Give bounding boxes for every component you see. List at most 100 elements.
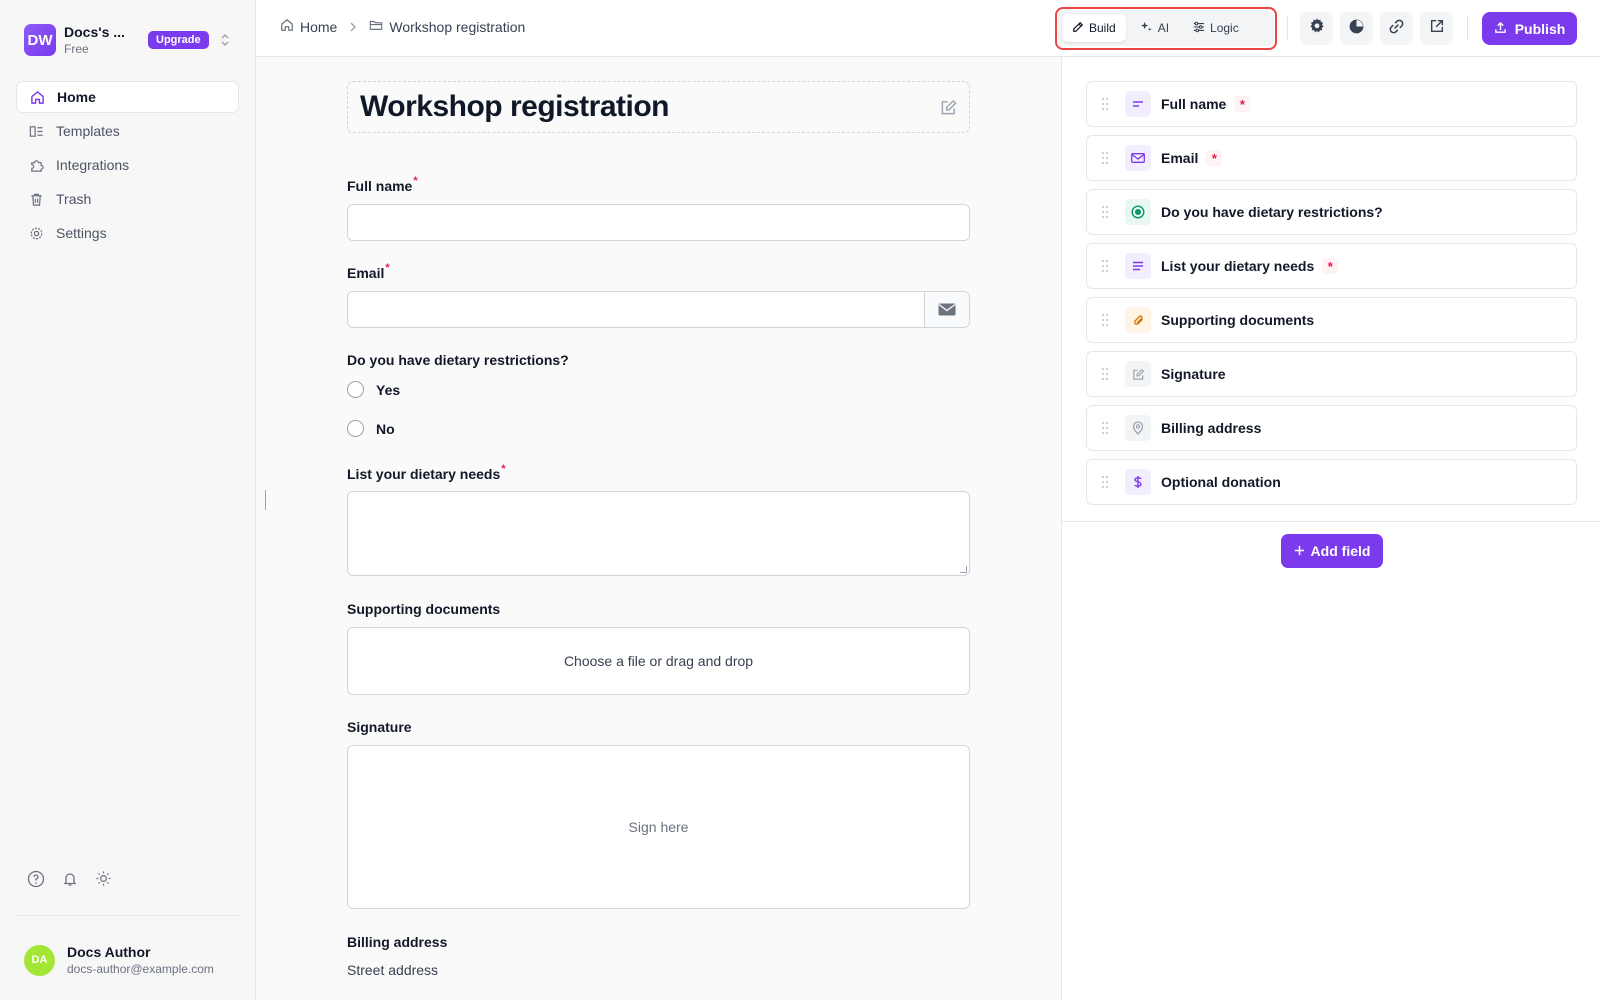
supporting-docs-label: Supporting documents — [347, 601, 501, 617]
radio-yes[interactable]: Yes — [347, 381, 970, 398]
drag-handle-icon[interactable] — [1101, 205, 1109, 219]
form-preview: Workshop registration Full name * Email * … — [256, 57, 1061, 1000]
drag-handle-icon[interactable] — [1101, 475, 1109, 489]
workspace-switcher[interactable]: DW Docs's ... Free Upgrade — [24, 24, 234, 56]
dietary-needs-group: List your dietary needs * — [347, 463, 970, 576]
help-icon[interactable] — [26, 869, 45, 888]
dietary-needs-textarea[interactable] — [347, 491, 970, 576]
drag-handle-icon[interactable] — [1101, 151, 1109, 165]
gear-icon — [28, 225, 44, 241]
pie-chart-icon — [1348, 18, 1365, 40]
field-item-label: Supporting documents — [1161, 312, 1315, 328]
mode-switcher: Build AI Logic — [1058, 10, 1274, 46]
resize-handle[interactable] — [265, 490, 266, 510]
field-item-label: Billing address — [1161, 420, 1262, 436]
mail-icon — [1125, 145, 1151, 171]
email-group: Email * — [347, 262, 970, 328]
chevron-updown-icon[interactable] — [219, 32, 231, 48]
sidebar-item-label: Integrations — [56, 157, 130, 173]
dietary-needs-label: List your dietary needs * — [347, 463, 506, 482]
radio-circle[interactable] — [347, 420, 364, 437]
radio-no[interactable]: No — [347, 420, 970, 437]
field-item-billing[interactable]: Billing address — [1086, 405, 1577, 451]
sidebar-divider — [16, 915, 239, 916]
field-item-signature[interactable]: Signature — [1086, 351, 1577, 397]
user-name: Docs Author — [67, 944, 151, 960]
sidebar-item-label: Templates — [56, 123, 120, 139]
resize-grip-icon[interactable] — [960, 566, 967, 573]
field-item-supporting-docs[interactable]: Supporting documents — [1086, 297, 1577, 343]
folder-icon — [369, 18, 383, 35]
field-item-email[interactable]: Email * — [1086, 135, 1577, 181]
field-item-dietary-needs[interactable]: List your dietary needs * — [1086, 243, 1577, 289]
settings-button[interactable] — [1300, 12, 1333, 45]
radio-circle[interactable] — [347, 381, 364, 398]
add-field-label: Add field — [1310, 543, 1371, 559]
required-badge: * — [1322, 258, 1339, 274]
workspace-name: Docs's ... — [64, 24, 125, 40]
full-name-group: Full name * — [347, 175, 970, 241]
toolbar-divider — [1467, 16, 1468, 40]
upgrade-button[interactable]: Upgrade — [148, 31, 209, 49]
street-address-label: Street address — [347, 962, 439, 978]
field-item-dietary[interactable]: Do you have dietary restrictions? — [1086, 189, 1577, 235]
email-field[interactable] — [347, 291, 925, 328]
file-dropzone[interactable]: Choose a file or drag and drop — [347, 627, 970, 695]
drag-handle-icon[interactable] — [1101, 421, 1109, 435]
avatar: DA — [24, 944, 55, 976]
full-name-label: Full name * — [347, 175, 418, 194]
sidebar-item-label: Settings — [56, 225, 107, 241]
tab-logic[interactable]: Logic — [1183, 14, 1249, 42]
sliders-icon — [1193, 21, 1205, 36]
tab-build[interactable]: Build — [1062, 14, 1126, 42]
chevron-right-icon — [349, 19, 357, 35]
page-title[interactable]: Workshop registration — [360, 90, 669, 124]
publish-button[interactable]: Publish — [1482, 12, 1577, 45]
sidebar-item-trash[interactable]: Trash — [16, 183, 239, 215]
sidebar-nav: Home Templates Integrations Trash Settin… — [16, 81, 239, 251]
field-item-label: Optional donation — [1161, 474, 1281, 490]
trash-icon — [28, 191, 44, 207]
required-mark: * — [385, 262, 390, 274]
signature-group: Signature Sign here — [347, 719, 970, 909]
drag-handle-icon[interactable] — [1101, 259, 1109, 273]
sidebar-item-integrations[interactable]: Integrations — [16, 149, 239, 181]
full-name-input[interactable] — [347, 204, 970, 241]
location-pin-icon — [1125, 415, 1151, 441]
analytics-button[interactable] — [1340, 12, 1373, 45]
sidebar-item-settings[interactable]: Settings — [16, 217, 239, 249]
open-preview-button[interactable] — [1420, 12, 1453, 45]
form-title-box[interactable]: Workshop registration — [347, 81, 970, 133]
dollar-icon — [1125, 469, 1151, 495]
user-profile[interactable]: DA Docs Author docs-author@example.com — [24, 944, 214, 976]
top-bar: Home Workshop registration Build AI Logi… — [256, 0, 1600, 57]
tab-ai[interactable]: AI — [1130, 14, 1179, 42]
edit-icon[interactable] — [940, 99, 957, 121]
gear-icon — [1308, 17, 1326, 40]
tab-ai-label: AI — [1157, 21, 1170, 35]
plus-icon — [1294, 543, 1305, 559]
breadcrumb-home[interactable]: Home — [280, 18, 337, 35]
drag-handle-icon[interactable] — [1101, 367, 1109, 381]
field-list-panel: Full name * Email * Do you have dietary … — [1061, 57, 1600, 1000]
toolbar-divider — [1287, 16, 1288, 40]
field-item-label: Email — [1161, 150, 1199, 166]
bell-icon[interactable] — [60, 869, 79, 888]
add-field-button[interactable]: Add field — [1281, 534, 1383, 568]
sun-icon[interactable] — [94, 869, 113, 888]
field-item-donation[interactable]: Optional donation — [1086, 459, 1577, 505]
sidebar-item-label: Home — [57, 89, 96, 105]
share-link-button[interactable] — [1380, 12, 1413, 45]
sidebar-item-home[interactable]: Home — [16, 81, 239, 113]
field-item-label: List your dietary needs — [1161, 258, 1315, 274]
home-icon — [280, 18, 294, 35]
user-email: docs-author@example.com — [67, 962, 214, 976]
field-item-full-name[interactable]: Full name * — [1086, 81, 1577, 127]
required-mark: * — [413, 175, 418, 187]
edit-icon — [1072, 21, 1084, 36]
sidebar-item-templates[interactable]: Templates — [16, 115, 239, 147]
signature-pad[interactable]: Sign here — [347, 745, 970, 909]
drag-handle-icon[interactable] — [1101, 97, 1109, 111]
drag-handle-icon[interactable] — [1101, 313, 1109, 327]
templates-icon — [28, 123, 44, 139]
